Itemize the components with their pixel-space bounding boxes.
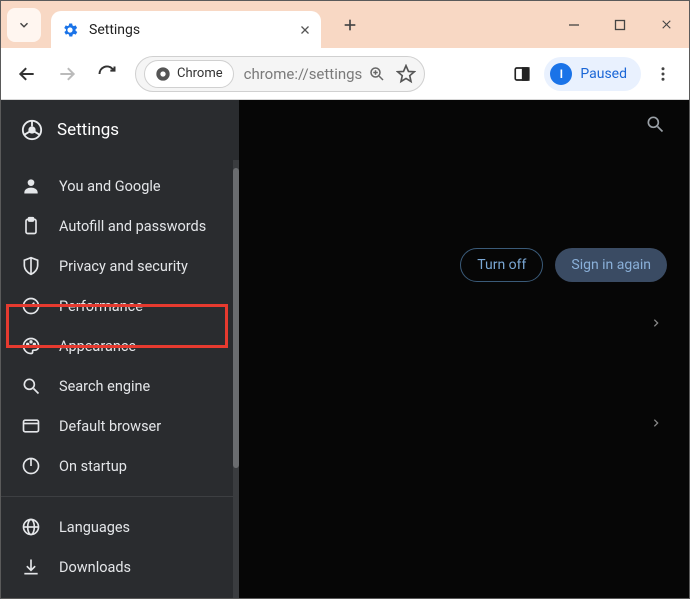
profile-chip[interactable]: I Paused	[544, 57, 641, 91]
chrome-logo-icon	[21, 119, 43, 141]
kebab-icon	[654, 65, 672, 83]
speedometer-icon	[21, 296, 41, 316]
window-maximize-button[interactable]	[597, 1, 643, 48]
sidebar-item-label: Appearance	[59, 338, 136, 355]
profile-status: Paused	[580, 66, 627, 82]
sidebar-separator	[1, 496, 239, 497]
person-icon	[21, 176, 41, 196]
chevron-right-icon	[651, 416, 661, 430]
power-icon	[21, 456, 41, 476]
clipboard-icon	[21, 216, 41, 236]
chevron-right-icon	[651, 316, 661, 330]
turn-off-button[interactable]: Turn off	[460, 248, 543, 282]
new-tab-button[interactable]	[335, 10, 365, 40]
arrow-right-icon	[57, 64, 77, 84]
close-icon	[299, 24, 311, 36]
tab-search-button[interactable]	[7, 8, 41, 42]
palette-icon	[21, 336, 41, 356]
globe-icon	[21, 517, 41, 537]
settings-sidebar: Settings You and Google Autofill and pas…	[1, 100, 239, 598]
sidebar-item-appearance[interactable]: Appearance	[1, 326, 239, 366]
sidebar-item-autofill[interactable]: Autofill and passwords	[1, 206, 239, 246]
sign-in-again-label: Sign in again	[571, 257, 651, 273]
shield-icon	[21, 256, 41, 276]
download-icon	[21, 557, 41, 577]
profile-avatar: I	[550, 63, 572, 85]
side-panel-icon	[513, 65, 531, 83]
tab-title: Settings	[89, 22, 299, 38]
zoom-icon[interactable]	[368, 65, 386, 83]
settings-main-panel: Turn off Sign in again	[239, 100, 689, 598]
minimize-icon	[568, 19, 580, 31]
side-panel-button[interactable]	[504, 56, 540, 92]
sidebar-item-privacy-security[interactable]: Privacy and security	[1, 246, 239, 286]
sidebar-item-performance[interactable]: Performance	[1, 286, 239, 326]
sidebar-item-search-engine[interactable]: Search engine	[1, 366, 239, 406]
close-icon	[660, 18, 673, 31]
reload-button[interactable]	[89, 56, 125, 92]
chrome-logo-icon	[155, 66, 171, 82]
site-chip[interactable]: Chrome	[144, 60, 234, 88]
turn-off-label: Turn off	[477, 257, 526, 273]
sidebar-item-label: Languages	[59, 519, 130, 536]
nav-back-button[interactable]	[9, 56, 45, 92]
chrome-menu-button[interactable]	[645, 56, 681, 92]
bookmark-star-icon[interactable]	[396, 64, 416, 84]
window-close-button[interactable]	[643, 1, 689, 48]
nav-forward-button[interactable]	[49, 56, 85, 92]
sidebar-item-downloads[interactable]: Downloads	[1, 547, 239, 587]
maximize-icon	[614, 19, 626, 31]
browser-toolbar: Chrome chrome://settings I Paused	[1, 48, 689, 100]
sidebar-item-label: Autofill and passwords	[59, 218, 206, 235]
browser-window-icon	[21, 416, 41, 436]
row-expand-2[interactable]	[651, 416, 661, 430]
sidebar-item-label: You and Google	[59, 178, 161, 195]
window-minimize-button[interactable]	[551, 1, 597, 48]
sidebar-item-languages[interactable]: Languages	[1, 507, 239, 547]
omnibox-url: chrome://settings	[244, 65, 368, 83]
search-icon	[21, 376, 41, 396]
sidebar-item-default-browser[interactable]: Default browser	[1, 406, 239, 446]
sidebar-header: Settings	[1, 100, 239, 160]
site-chip-label: Chrome	[177, 66, 223, 81]
address-bar[interactable]: Chrome chrome://settings	[135, 56, 425, 92]
tab-close-button[interactable]	[299, 24, 311, 36]
arrow-left-icon	[17, 64, 37, 84]
chevron-down-icon	[17, 18, 31, 32]
plus-icon	[342, 17, 358, 33]
browser-tab[interactable]: Settings	[51, 11, 321, 48]
sidebar-item-label: Performance	[59, 298, 143, 315]
sidebar-item-label: On startup	[59, 458, 127, 475]
sidebar-title: Settings	[57, 120, 119, 140]
sidebar-item-on-startup[interactable]: On startup	[1, 446, 239, 486]
sidebar-item-label: Search engine	[59, 378, 150, 395]
sidebar-item-label: Default browser	[59, 418, 161, 435]
row-expand-1[interactable]	[651, 316, 661, 330]
settings-search-button[interactable]	[645, 114, 665, 134]
settings-gear-icon	[61, 21, 79, 39]
reload-icon	[97, 64, 117, 84]
sidebar-item-label: Downloads	[59, 559, 131, 576]
sign-in-again-button[interactable]: Sign in again	[555, 248, 667, 282]
search-icon	[645, 114, 665, 134]
sidebar-item-label: Privacy and security	[59, 258, 188, 275]
sidebar-item-you-and-google[interactable]: You and Google	[1, 166, 239, 206]
